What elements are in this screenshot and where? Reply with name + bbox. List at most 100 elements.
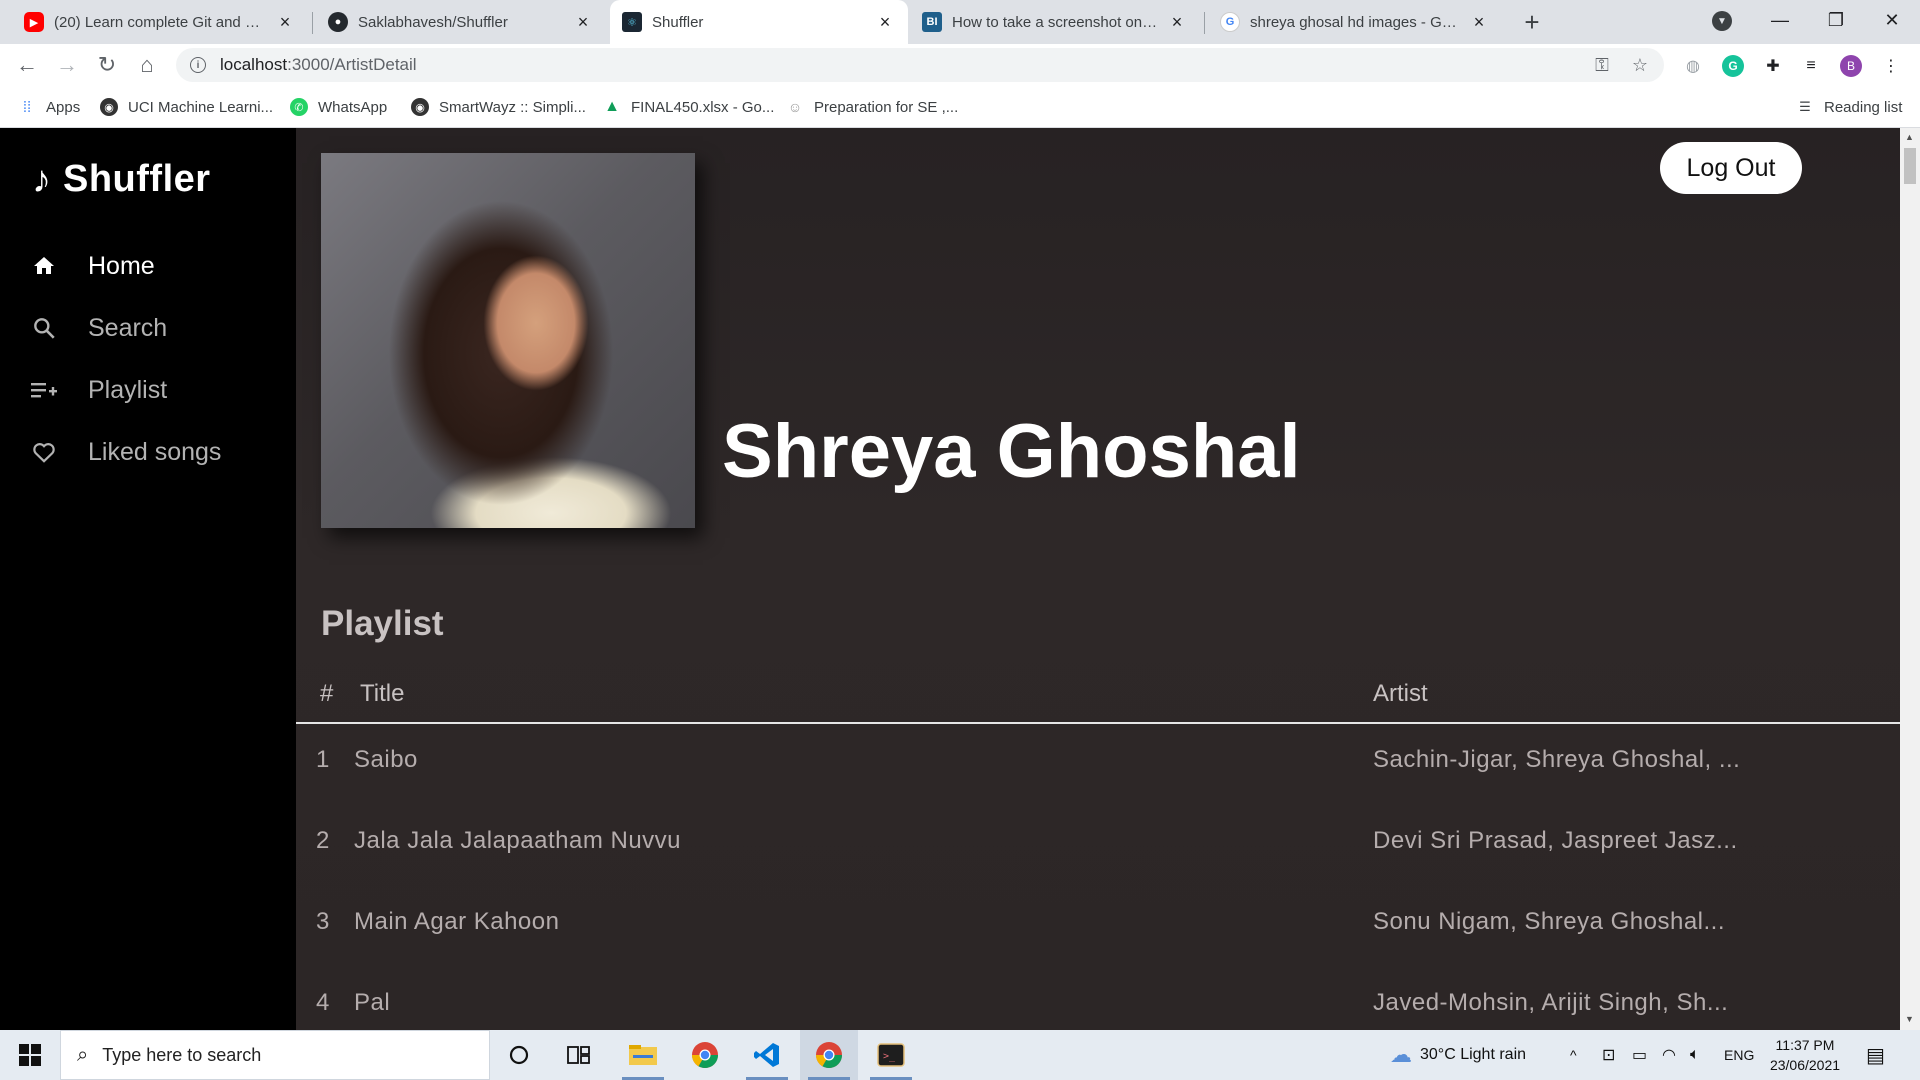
browser-tab-github[interactable]: ● Saklabhavesh/Shuffler ×	[316, 0, 606, 44]
forward-icon[interactable]: →	[50, 48, 84, 82]
clock-date: 23/06/2021	[1769, 1057, 1841, 1073]
vscode-icon[interactable]	[738, 1030, 796, 1080]
windows-taskbar: ⌕ Type here to search >_ ☁ 30°C Light ra…	[0, 1030, 1920, 1080]
windows-start-icon[interactable]	[0, 1030, 60, 1080]
scrollbar-thumb[interactable]	[1904, 148, 1916, 184]
search-icon: ⌕	[77, 1043, 89, 1066]
close-tab-icon[interactable]: ×	[1468, 11, 1490, 33]
sidebar-item-playlist[interactable]: Playlist	[30, 370, 167, 410]
minimize-icon[interactable]: —	[1752, 0, 1808, 40]
close-tab-icon[interactable]: ×	[1166, 11, 1188, 33]
browser-menu-icon[interactable]: ⋮	[1880, 55, 1902, 77]
clock-time: 11:37 PM	[1775, 1037, 1835, 1053]
bookmark-apps[interactable]: ⁞⁞ Apps	[18, 96, 80, 118]
scroll-up-icon[interactable]: ▲	[1905, 132, 1914, 142]
device-icon[interactable]: ⊡	[1602, 1030, 1615, 1080]
extensions-puzzle-icon[interactable]: ✚	[1762, 55, 1784, 77]
logout-button[interactable]: Log Out	[1660, 142, 1802, 194]
reading-list-button[interactable]: ☰ Reading list	[1796, 96, 1902, 118]
restore-icon[interactable]: ❐	[1808, 0, 1864, 40]
close-window-icon[interactable]: ✕	[1864, 0, 1920, 40]
close-tab-icon[interactable]: ×	[874, 11, 896, 33]
key-icon[interactable]: ⚿	[1590, 53, 1614, 77]
bookmark-smartwayz[interactable]: ◉ SmartWayz :: Simpli...	[411, 96, 586, 118]
table-row[interactable]: 3 Main Agar Kahoon Sonu Nigam, Shreya Gh…	[296, 908, 1900, 988]
track-artist: Javed-Mohsin, Arijit Singh, Sh...	[1373, 989, 1729, 1016]
address-bar[interactable]: i localhost:3000/ArtistDetail ⚿ ☆	[176, 48, 1664, 82]
close-tab-icon[interactable]: ×	[274, 11, 296, 33]
home-icon	[30, 254, 58, 278]
track-artist: Sachin-Jigar, Shreya Ghoshal, ...	[1373, 746, 1741, 773]
google-drive-icon: ▲	[604, 98, 620, 115]
github-icon: ●	[328, 12, 348, 32]
scroll-down-icon[interactable]: ▼	[1905, 1014, 1914, 1024]
sidebar-item-label: Playlist	[88, 375, 168, 404]
site-info-icon[interactable]: i	[190, 57, 206, 73]
sidebar-item-label: Search	[88, 313, 168, 342]
cortana-icon[interactable]	[490, 1030, 548, 1080]
tab-title: (20) Learn complete Git and Github	[54, 13, 266, 31]
table-row[interactable]: 1 Saibo Sachin-Jigar, Shreya Ghoshal, ..…	[296, 746, 1900, 826]
task-view-icon[interactable]	[550, 1030, 608, 1080]
bookmark-final450[interactable]: ▲ FINAL450.xlsx - Go...	[603, 96, 774, 118]
media-control-icon[interactable]: ≡	[1800, 55, 1822, 77]
sidebar-item-home[interactable]: Home	[30, 246, 155, 286]
notifications-icon[interactable]: ▤	[1866, 1030, 1885, 1080]
terminal-icon[interactable]: >_	[862, 1030, 920, 1080]
taskbar-clock[interactable]: 11:37 PM 23/06/2021	[1760, 1035, 1850, 1075]
tab-search-icon[interactable]: ▼	[1712, 11, 1732, 31]
globe-icon: ◉	[100, 98, 118, 116]
weather-widget[interactable]: ☁ 30°C Light rain	[1390, 1030, 1526, 1080]
show-hidden-icons[interactable]: ^	[1570, 1030, 1577, 1080]
playlist-table-header: # Title Artist	[296, 668, 1900, 724]
wifi-icon[interactable]: ◠	[1662, 1030, 1676, 1080]
grammarly-icon[interactable]: G	[1722, 55, 1744, 77]
close-tab-icon[interactable]: ×	[572, 11, 594, 33]
track-number: 2	[316, 827, 330, 854]
column-header-artist: Artist	[1373, 680, 1428, 707]
browser-tab-google[interactable]: G shreya ghosal hd images - Google ×	[1208, 0, 1502, 44]
sidebar-item-label: Liked songs	[88, 437, 222, 466]
table-row[interactable]: 2 Jala Jala Jalapaatham Nuvvu Devi Sri P…	[296, 827, 1900, 907]
new-tab-button[interactable]: +	[1518, 7, 1546, 37]
browser-tab-screenshot[interactable]: BI How to take a screenshot on any ×	[910, 0, 1200, 44]
reload-icon[interactable]: ↻	[90, 48, 124, 82]
browser-tab-bar: ▶ (20) Learn complete Git and Github × ●…	[0, 0, 1920, 44]
bi-site-icon: BI	[922, 12, 942, 32]
sidebar-item-search[interactable]: Search	[30, 308, 167, 348]
globe-icon: ◉	[411, 98, 429, 116]
input-language[interactable]: ENG	[1724, 1030, 1754, 1080]
browser-tab-shuffler[interactable]: ⚛ Shuffler ×	[610, 0, 908, 44]
react-icon: ⚛	[622, 12, 642, 32]
track-number: 3	[316, 908, 330, 935]
chrome-icon[interactable]	[676, 1030, 734, 1080]
sidebar-item-liked-songs[interactable]: Liked songs	[30, 432, 221, 472]
bookmark-whatsapp[interactable]: ✆ WhatsApp	[290, 96, 387, 118]
track-artist: Sonu Nigam, Shreya Ghoshal...	[1373, 908, 1726, 935]
tab-title: shreya ghosal hd images - Google	[1250, 13, 1460, 31]
battery-icon[interactable]: ▭	[1632, 1030, 1647, 1080]
taskbar-search-box[interactable]: ⌕ Type here to search	[60, 1030, 490, 1080]
back-icon[interactable]: ←	[10, 48, 44, 82]
cloud-rain-icon: ☁	[1390, 1042, 1412, 1067]
heart-icon	[30, 439, 58, 465]
playlist-heading: Playlist	[321, 604, 444, 643]
page-scrollbar[interactable]: ▲ ▼	[1900, 128, 1920, 1030]
track-artist: Devi Sri Prasad, Jaspreet Jasz...	[1373, 827, 1738, 854]
file-explorer-icon[interactable]	[614, 1030, 672, 1080]
chrome-active-icon[interactable]	[800, 1030, 858, 1080]
brand-logo[interactable]: ♪ Shuffler	[32, 158, 211, 201]
browser-tab-youtube[interactable]: ▶ (20) Learn complete Git and Github ×	[12, 0, 308, 44]
globe-extension-icon[interactable]: ◍	[1682, 55, 1704, 77]
home-icon[interactable]: ⌂	[130, 48, 164, 82]
track-title: Main Agar Kahoon	[354, 908, 560, 935]
person-icon: ☺	[787, 99, 803, 115]
volume-icon[interactable]: 🔈︎	[1690, 1030, 1700, 1080]
table-row[interactable]: 4 Pal Javed-Mohsin, Arijit Singh, Sh...	[296, 989, 1900, 1030]
bookmark-star-icon[interactable]: ☆	[1628, 53, 1652, 77]
track-number: 4	[316, 989, 330, 1016]
sidebar-item-label: Home	[88, 251, 155, 280]
bookmark-preparation[interactable]: ☺ Preparation for SE ,...	[786, 96, 958, 118]
bookmark-uci[interactable]: ◉ UCI Machine Learni...	[100, 96, 273, 118]
profile-avatar[interactable]: B	[1840, 55, 1862, 77]
